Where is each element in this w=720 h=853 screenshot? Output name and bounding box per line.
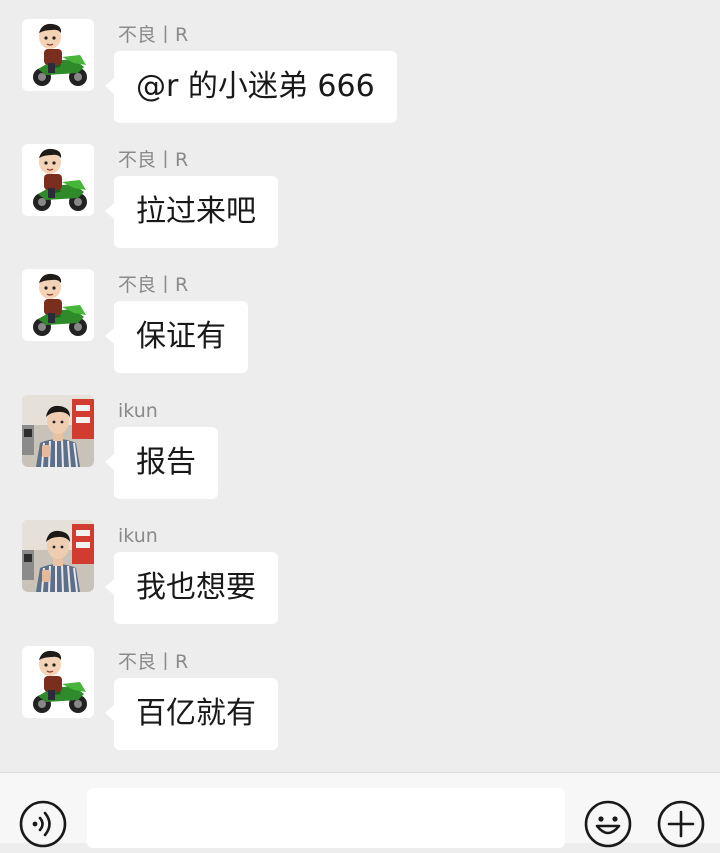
message-input-bar [0,772,720,848]
cartoon-motorbike-avatar[interactable] [22,19,94,91]
emoji-icon[interactable] [583,799,633,849]
message-bubble[interactable]: 我也想要 [105,552,278,624]
voice-icon[interactable] [18,799,68,849]
plus-icon[interactable] [656,799,706,849]
message-row: ikun 我也想要 [0,501,720,626]
chat-message-list[interactable]: 不良丨R @r 的小迷弟 666 不良丨R 拉过来吧 不良丨R 保证有 ikun… [0,0,720,772]
photo-person-avatar[interactable] [22,395,94,467]
message-row: 不良丨R 拉过来吧 [0,125,720,250]
message-input[interactable] [87,788,565,848]
message-bubble[interactable]: @r 的小迷弟 666 [105,51,397,123]
message-bubble[interactable]: 拉过来吧 [105,176,278,248]
photo-person-avatar[interactable] [22,520,94,592]
message-bubble[interactable]: 保证有 [105,301,248,373]
sender-name: 不良丨R [118,651,189,673]
sender-name: ikun [118,525,158,547]
message-row: ikun 报告 [0,376,720,501]
message-row: 不良丨R @r 的小迷弟 666 [0,0,720,125]
sender-name: 不良丨R [118,274,189,296]
message-bubble[interactable]: 报告 [105,427,218,499]
message-row: 不良丨R 保证有 [0,250,720,375]
cartoon-motorbike-avatar[interactable] [22,646,94,718]
message-row: 不良丨R 百亿就有 [0,627,720,752]
cartoon-motorbike-avatar[interactable] [22,269,94,341]
message-bubble[interactable]: 百亿就有 [105,678,278,750]
cartoon-motorbike-avatar[interactable] [22,144,94,216]
sender-name: ikun [118,400,158,422]
sender-name: 不良丨R [118,24,189,46]
sender-name: 不良丨R [118,149,189,171]
